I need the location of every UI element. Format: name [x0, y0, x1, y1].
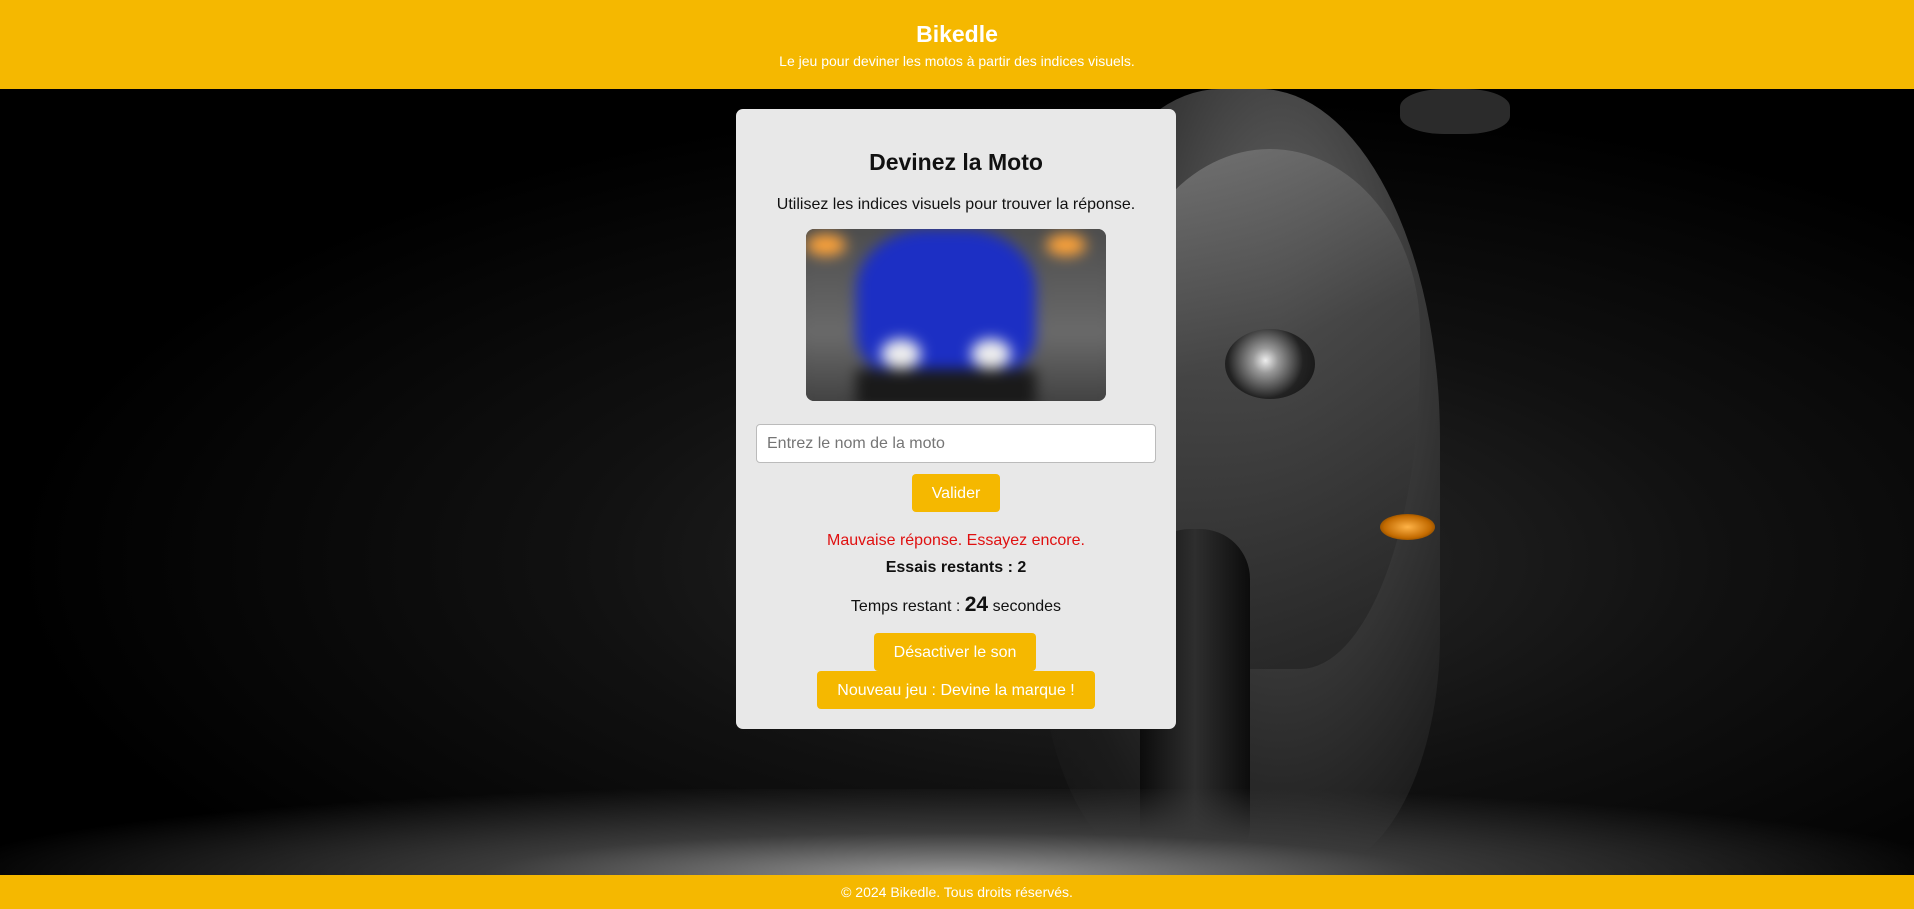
- site-header: Bikedle Le jeu pour deviner les motos à …: [0, 0, 1914, 89]
- blurred-clue-image: [806, 229, 1106, 401]
- timer-display: Temps restant : 24 secondes: [736, 593, 1176, 617]
- toggle-sound-button[interactable]: Désactiver le son: [874, 633, 1036, 671]
- timer-suffix: secondes: [992, 598, 1062, 615]
- bike-mirror-shape: [1400, 89, 1510, 134]
- game-instructions: Utilisez les indices visuels pour trouve…: [776, 196, 1136, 213]
- tries-remaining: Essais restants : 2: [885, 559, 1027, 576]
- moto-name-input[interactable]: [756, 424, 1156, 463]
- validate-button[interactable]: Valider: [912, 474, 1000, 512]
- site-subtitle: Le jeu pour deviner les motos à partir d…: [779, 53, 1135, 69]
- bike-indicator-shape: [1380, 514, 1435, 540]
- timer-value: 24: [964, 593, 989, 616]
- feedback-message: Mauvaise réponse. Essayez encore.: [827, 532, 1085, 549]
- game-title: Devinez la Moto: [869, 149, 1043, 175]
- floor-glow: [0, 789, 1914, 875]
- timer-prefix: Temps restant :: [850, 598, 961, 615]
- new-game-brand-button[interactable]: Nouveau jeu : Devine la marque !: [817, 671, 1095, 709]
- site-footer: © 2024 Bikedle. Tous droits réservés.: [0, 875, 1914, 909]
- site-title: Bikedle: [916, 21, 998, 47]
- game-card: Devinez la Moto Utilisez les indices vis…: [736, 109, 1176, 729]
- bike-headlight-shape: [1225, 329, 1315, 399]
